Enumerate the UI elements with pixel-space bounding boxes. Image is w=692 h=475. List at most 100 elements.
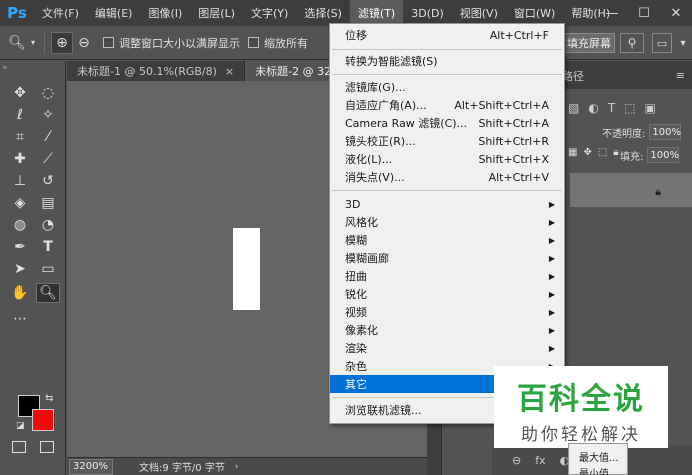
- document-canvas[interactable]: [233, 228, 260, 310]
- submenu-item-minimum[interactable]: 最小值...: [579, 465, 619, 475]
- menu-item-filter-gallery[interactable]: 滤镜库(G)...: [330, 78, 564, 96]
- close-icon[interactable]: ×: [225, 65, 234, 78]
- maximize-icon[interactable]: ☐: [628, 0, 660, 26]
- smart-object-filter-icon[interactable]: ▣: [645, 101, 656, 115]
- layer-row[interactable]: 🔒︎: [570, 173, 692, 207]
- marquee-tool-icon[interactable]: ◌: [36, 83, 60, 103]
- menu-item-offset[interactable]: 位移 Alt+Ctrl+F: [330, 26, 564, 44]
- type-filter-icon[interactable]: T: [608, 101, 615, 115]
- menu-item-label: 消失点(V)...: [345, 171, 405, 184]
- lasso-tool-icon[interactable]: ℓ: [8, 105, 32, 125]
- healing-brush-icon[interactable]: ✚: [8, 149, 32, 169]
- default-colors-icon[interactable]: ◪: [16, 421, 25, 431]
- menu-image[interactable]: 图像(I): [140, 0, 190, 26]
- menu-item-lens-correction[interactable]: 镜头校正(R)... Shift+Ctrl+R: [330, 132, 564, 150]
- layer-filter-icons: ▧ ◐ T ⬚ ▣: [568, 101, 656, 115]
- zoom-all-checkbox[interactable]: 缩放所有: [248, 35, 308, 51]
- submenu-arrow-icon: ▶: [548, 235, 555, 245]
- move-tool-icon[interactable]: ✥: [8, 83, 32, 103]
- submenu-arrow-icon: ▶: [548, 271, 555, 281]
- dodge-tool-icon[interactable]: ◔: [36, 215, 60, 235]
- image-filter-icon[interactable]: ▧: [568, 101, 579, 115]
- fill-screen-button[interactable]: 填充屏幕: [563, 33, 615, 53]
- history-brush-icon[interactable]: ↺: [36, 171, 60, 191]
- resize-windows-checkbox[interactable]: 调整窗口大小以满屏显示: [103, 35, 240, 51]
- eyedropper-tool-icon[interactable]: ⁄: [36, 127, 60, 147]
- menu-type[interactable]: 文字(Y): [243, 0, 296, 26]
- menu-layer[interactable]: 图层(L): [190, 0, 243, 26]
- panel-menu-icon[interactable]: ≡: [676, 69, 685, 82]
- lock-row: ▦ ✥ ⬚ 🔒︎: [568, 147, 619, 158]
- zoom-level-field[interactable]: 3200%: [69, 458, 113, 475]
- adjustment-filter-icon[interactable]: ◐: [588, 101, 598, 115]
- menu-file[interactable]: 文件(F): [34, 0, 87, 26]
- status-bar: 3200% 文档:9 字节/0 字节 ›: [67, 457, 427, 475]
- fill-field[interactable]: 100%: [647, 147, 680, 163]
- more-tools-icon[interactable]: ⋯: [8, 309, 32, 329]
- menu-item-distort[interactable]: 扭曲 ▶: [330, 267, 564, 285]
- hand-tool-icon[interactable]: ✋: [8, 283, 32, 303]
- background-color-swatch[interactable]: [32, 409, 54, 431]
- eraser-tool-icon[interactable]: ◈: [8, 193, 32, 213]
- checkbox-box[interactable]: [248, 37, 259, 48]
- shortcut-text: Shift+Ctrl+A: [478, 116, 549, 130]
- zoom-in-icon[interactable]: ⊕: [51, 31, 73, 54]
- collapse-icon[interactable]: »: [2, 63, 8, 73]
- lock-artboard-icon[interactable]: ⬚: [598, 147, 607, 158]
- status-menu-arrow-icon[interactable]: ›: [235, 462, 239, 472]
- menu-item-label: 滤镜库(G)...: [345, 81, 406, 94]
- close-icon[interactable]: ✕: [660, 0, 692, 26]
- lock-all-icon[interactable]: 🔒︎: [613, 147, 618, 158]
- menu-item-vanishing-point[interactable]: 消失点(V)... Alt+Ctrl+V: [330, 168, 564, 186]
- zoom-tool-icon[interactable]: 🔍︎: [36, 283, 60, 303]
- shape-filter-icon[interactable]: ⬚: [624, 101, 635, 115]
- menu-item-liquify[interactable]: 液化(L)... Shift+Ctrl+X: [330, 150, 564, 168]
- menu-item-stylize[interactable]: 风格化 ▶: [330, 213, 564, 231]
- shortcut-text: Alt+Shift+Ctrl+A: [454, 98, 549, 112]
- blur-tool-icon[interactable]: ◍: [8, 215, 32, 235]
- type-tool-icon[interactable]: T: [36, 237, 60, 257]
- menu-item-pixelate[interactable]: 像素化 ▶: [330, 321, 564, 339]
- tab-untitled-1[interactable]: 未标题-1 @ 50.1%(RGB/8) ×: [67, 61, 246, 81]
- menu-item-video[interactable]: 视频 ▶: [330, 303, 564, 321]
- gradient-tool-icon[interactable]: ▤: [36, 193, 60, 213]
- chevron-down-icon[interactable]: ▾: [676, 33, 690, 53]
- minimize-icon[interactable]: —: [596, 0, 628, 26]
- checkbox-box[interactable]: [103, 37, 114, 48]
- workspace-icon[interactable]: ▭: [652, 33, 672, 53]
- fx-icon[interactable]: fx: [535, 454, 545, 467]
- opacity-field[interactable]: 100%: [649, 124, 682, 140]
- watermark-subtitle: 助你轻松解决: [521, 425, 641, 445]
- quick-mask-icon[interactable]: [12, 441, 26, 453]
- crop-tool-icon[interactable]: ⌗: [8, 127, 32, 147]
- link-layers-icon[interactable]: ⊖: [512, 454, 521, 467]
- menu-item-label: 模糊画廊: [345, 252, 389, 265]
- submenu-item-maximum[interactable]: 最大值...: [579, 449, 619, 464]
- menu-item-render[interactable]: 渲染 ▶: [330, 339, 564, 357]
- menu-item-3d[interactable]: 3D ▶: [330, 195, 564, 213]
- search-icon[interactable]: ⚲: [620, 33, 644, 53]
- menu-item-adaptive-wide-angle[interactable]: 自适应广角(A)... Alt+Shift+Ctrl+A: [330, 96, 564, 114]
- zoom-tool-preset-icon[interactable]: 🔍︎: [6, 32, 28, 54]
- tab-paths[interactable]: 路径: [562, 68, 584, 84]
- pen-tool-icon[interactable]: ✒: [8, 237, 32, 257]
- magic-wand-icon[interactable]: ✧: [36, 105, 60, 125]
- swap-colors-icon[interactable]: ⇆: [45, 393, 53, 404]
- menu-edit[interactable]: 编辑(E): [87, 0, 141, 26]
- menu-item-camera-raw[interactable]: Camera Raw 滤镜(C)... Shift+Ctrl+A: [330, 114, 564, 132]
- lock-pixels-icon[interactable]: ▦: [568, 147, 577, 158]
- clone-stamp-icon[interactable]: ⊥: [8, 171, 32, 191]
- menu-item-sharpen[interactable]: 锐化 ▶: [330, 285, 564, 303]
- path-selection-icon[interactable]: ➤: [8, 259, 32, 279]
- dropdown-arrow-icon[interactable]: ▾: [28, 32, 38, 54]
- menu-item-blur-gallery[interactable]: 模糊画廊 ▶: [330, 249, 564, 267]
- submenu-arrow-icon: ▶: [548, 199, 555, 209]
- brush-tool-icon[interactable]: ⟋: [36, 149, 60, 169]
- submenu-arrow-icon: ▶: [548, 217, 555, 227]
- menu-item-blur[interactable]: 模糊 ▶: [330, 231, 564, 249]
- zoom-out-icon[interactable]: ⊖: [73, 32, 95, 54]
- menu-item-convert-smart-filters[interactable]: 转换为智能滤镜(S): [330, 52, 564, 70]
- screen-mode-icon[interactable]: [40, 441, 54, 453]
- rectangle-tool-icon[interactable]: ▭: [36, 259, 60, 279]
- lock-position-icon[interactable]: ✥: [583, 147, 591, 158]
